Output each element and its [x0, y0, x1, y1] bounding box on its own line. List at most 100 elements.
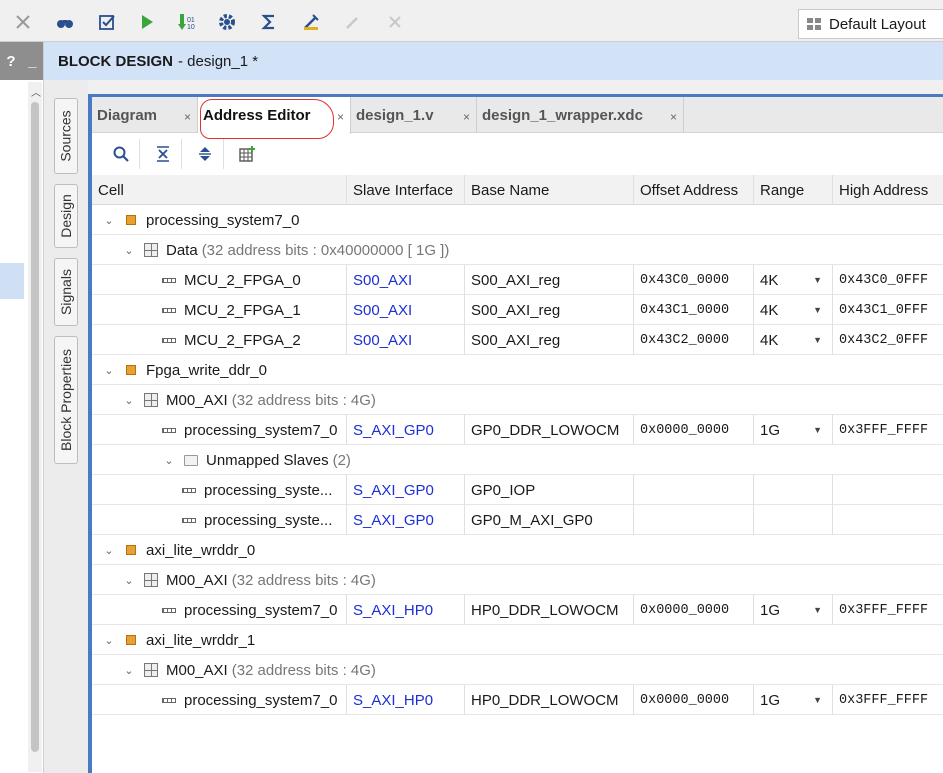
close-tab-icon[interactable]: ×: [337, 110, 344, 124]
expand-all-icon[interactable]: [186, 138, 224, 169]
range-select[interactable]: [754, 475, 833, 505]
tree-group-row[interactable]: ⌄ M00_AXI (32 address bits : 4G): [92, 565, 943, 595]
layout-selector[interactable]: Default Layout: [798, 9, 943, 39]
range-select[interactable]: 4K ▼: [754, 325, 833, 355]
checkbox-icon[interactable]: [94, 9, 120, 35]
collapse-all-icon[interactable]: [144, 138, 182, 169]
slave-interface-link[interactable]: S_AXI_GP0: [347, 415, 465, 445]
dropdown-arrow-icon[interactable]: ▼: [813, 425, 822, 435]
scrollbar-thumb[interactable]: [31, 102, 39, 752]
table-row[interactable]: MCU_2_FPGA_2 S00_AXI S00_AXI_reg 0x43C2_000…: [92, 325, 943, 355]
table-row[interactable]: processing_system7_0 S_AXI_HP0 HP0_DDR_LOW…: [92, 685, 943, 715]
offset-address[interactable]: 0x0000_0000: [634, 595, 754, 625]
slave-interface-link[interactable]: S00_AXI: [347, 325, 465, 355]
column-header[interactable]: Base Name: [465, 175, 634, 205]
chevron-down-icon[interactable]: ⌄: [122, 664, 136, 677]
column-header[interactable]: Range: [754, 175, 833, 205]
folder-icon: [184, 454, 198, 466]
chevron-down-icon[interactable]: ⌄: [162, 454, 176, 467]
address-space-icon: [144, 663, 158, 677]
offset-address[interactable]: 0x43C2_0000: [634, 325, 754, 355]
left-panel-selection[interactable]: [0, 263, 24, 299]
dropdown-arrow-icon[interactable]: ▼: [813, 695, 822, 705]
tree-group-row[interactable]: ⌄ processing_system7_0: [92, 205, 943, 235]
program-device-icon[interactable]: 01 10: [174, 9, 200, 35]
close-tab-icon[interactable]: ×: [184, 110, 191, 124]
offset-address[interactable]: [634, 505, 754, 535]
dropdown-arrow-icon[interactable]: ▼: [813, 335, 822, 345]
chevron-down-icon[interactable]: ⌄: [122, 244, 136, 257]
search-icon[interactable]: [102, 138, 140, 169]
column-header[interactable]: High Address: [833, 175, 943, 205]
tree-group-row[interactable]: ⌄ Fpga_write_ddr_0: [92, 355, 943, 385]
dropdown-arrow-icon[interactable]: ▼: [813, 605, 822, 615]
settings-gear-icon[interactable]: [214, 9, 240, 35]
close-tab-icon[interactable]: ×: [670, 110, 677, 124]
table-row[interactable]: MCU_2_FPGA_1 S00_AXI S00_AXI_reg 0x43C1_000…: [92, 295, 943, 325]
range-select[interactable]: 1G ▼: [754, 595, 833, 625]
range-select[interactable]: 1G ▼: [754, 685, 833, 715]
column-header[interactable]: Offset Address: [634, 175, 754, 205]
side-tab-signals[interactable]: Signals: [54, 258, 78, 326]
slave-interface-link[interactable]: S_AXI_HP0: [347, 595, 465, 625]
tree-group-row[interactable]: ⌄ axi_lite_wrddr_0: [92, 535, 943, 565]
slave-interface-link[interactable]: S_AXI_HP0: [347, 685, 465, 715]
left-panel-scrollbar[interactable]: ︿: [28, 82, 42, 772]
close-tab-icon[interactable]: ×: [463, 110, 470, 124]
minimize-icon[interactable]: _: [28, 53, 36, 70]
table-row[interactable]: processing_syste... S_AXI_GP0 GP0_IOP: [92, 475, 943, 505]
tree-group-row[interactable]: ⌄ M00_AXI (32 address bits : 4G): [92, 655, 943, 685]
tree-group-row[interactable]: ⌄ M00_AXI (32 address bits : 4G): [92, 385, 943, 415]
chevron-down-icon[interactable]: ⌄: [102, 544, 116, 557]
offset-address[interactable]: 0x0000_0000: [634, 415, 754, 445]
table-row[interactable]: processing_system7_0 S_AXI_HP0 HP0_DDR_LOW…: [92, 595, 943, 625]
slave-interface-link[interactable]: S00_AXI: [347, 295, 465, 325]
offset-address[interactable]: [634, 475, 754, 505]
tab-diagram[interactable]: Diagram ×: [92, 97, 198, 133]
offset-address[interactable]: 0x43C0_0000: [634, 265, 754, 295]
range-select[interactable]: [754, 505, 833, 535]
run-icon[interactable]: [134, 9, 160, 35]
binoculars-icon[interactable]: [52, 9, 78, 35]
tree-group-row[interactable]: ⌄ Unmapped Slaves (2): [92, 445, 943, 475]
sigma-icon[interactable]: [256, 9, 282, 35]
tree-group-row[interactable]: ⌄ Data (32 address bits : 0x40000000 [ 1G …: [92, 235, 943, 265]
tool-disabled-icon[interactable]: [298, 9, 324, 35]
chevron-down-icon[interactable]: ⌄: [122, 574, 136, 587]
scroll-up-icon[interactable]: ︿: [31, 84, 41, 99]
tab-design-1-v[interactable]: design_1.v ×: [351, 97, 477, 133]
side-tab-design[interactable]: Design: [54, 184, 78, 248]
block-design-header: BLOCK DESIGN - design_1 *: [44, 42, 943, 80]
tree-group-row[interactable]: ⌄ axi_lite_wrddr_1: [92, 625, 943, 655]
slave-interface-link[interactable]: S00_AXI: [347, 265, 465, 295]
base-name: GP0_DDR_LOWOCM: [465, 415, 634, 445]
dropdown-arrow-icon[interactable]: ▼: [813, 275, 822, 285]
column-header[interactable]: Cell: [92, 175, 347, 205]
group-name: M00_AXI: [166, 571, 228, 589]
offset-address[interactable]: 0x43C1_0000: [634, 295, 754, 325]
chevron-down-icon[interactable]: ⌄: [102, 214, 116, 227]
help-icon[interactable]: ?: [6, 53, 15, 70]
close-icon[interactable]: [10, 9, 36, 35]
slave-interface-link[interactable]: S_AXI_GP0: [347, 505, 465, 535]
tab-address-editor[interactable]: Address Editor ×: [198, 97, 351, 134]
dropdown-arrow-icon[interactable]: ▼: [813, 305, 822, 315]
offset-address[interactable]: 0x0000_0000: [634, 685, 754, 715]
chevron-down-icon[interactable]: ⌄: [102, 364, 116, 377]
side-tab-sources[interactable]: Sources: [54, 98, 78, 174]
chevron-down-icon[interactable]: ⌄: [122, 394, 136, 407]
table-row[interactable]: processing_syste... S_AXI_GP0 GP0_M_AXI_GP…: [92, 505, 943, 535]
column-header[interactable]: Slave Interface: [347, 175, 465, 205]
segment-icon: [162, 307, 176, 313]
side-tab-block-properties[interactable]: Block Properties: [54, 336, 78, 464]
tab-design-1-wrapper-xdc[interactable]: design_1_wrapper.xdc ×: [477, 97, 684, 133]
auto-assign-address-icon[interactable]: [228, 139, 266, 169]
range-select[interactable]: 4K ▼: [754, 265, 833, 295]
range-select[interactable]: 1G ▼: [754, 415, 833, 445]
range-select[interactable]: 4K ▼: [754, 295, 833, 325]
design-name: - design_1 *: [178, 52, 259, 70]
table-row[interactable]: processing_system7_0 S_AXI_GP0 GP0_DDR_LOW…: [92, 415, 943, 445]
table-row[interactable]: MCU_2_FPGA_0 S00_AXI S00_AXI_reg 0x43C0_000…: [92, 265, 943, 295]
slave-interface-link[interactable]: S_AXI_GP0: [347, 475, 465, 505]
chevron-down-icon[interactable]: ⌄: [102, 634, 116, 647]
